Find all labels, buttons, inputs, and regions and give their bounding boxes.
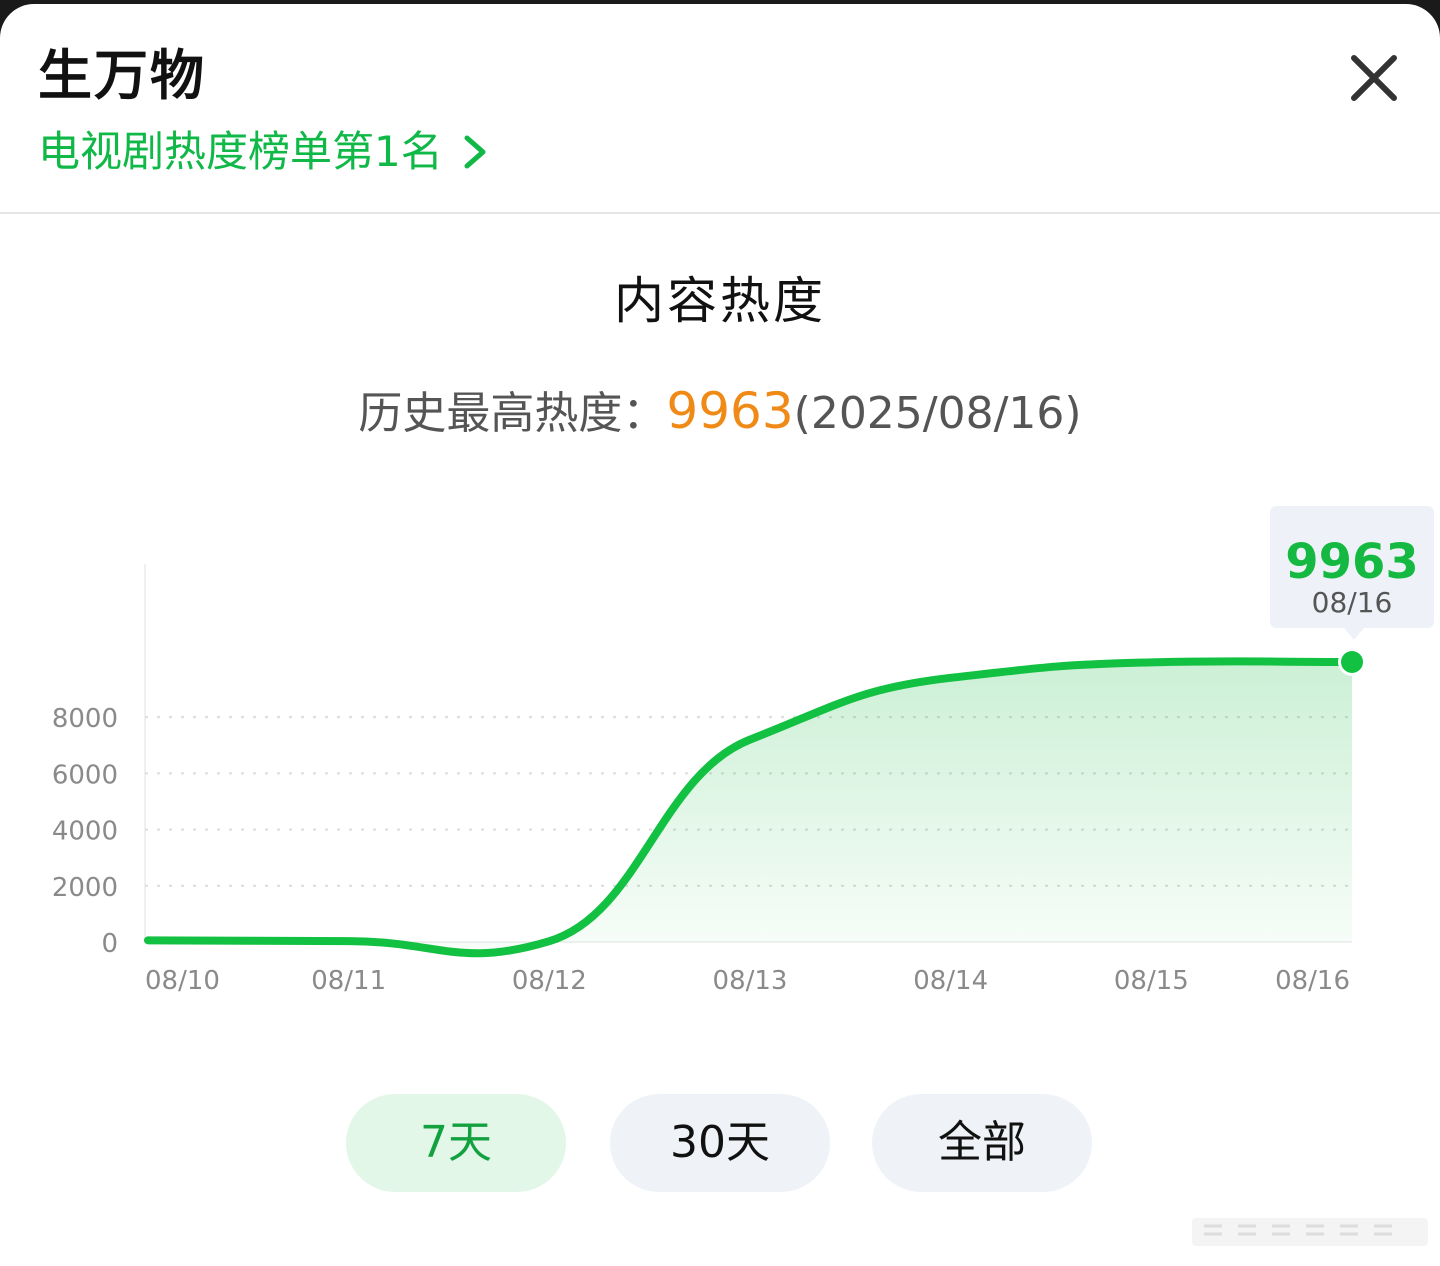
series-area — [148, 661, 1352, 954]
x-tick-label: 08/13 — [713, 966, 788, 996]
range-tabs: 7天 30天 全部 — [0, 1094, 1440, 1192]
tab-30-days[interactable]: 30天 — [610, 1094, 830, 1192]
x-tick-label: 08/11 — [311, 966, 386, 996]
tab-7-days[interactable]: 7天 — [346, 1094, 566, 1192]
x-tick-label: 08/10 — [145, 966, 220, 996]
x-tick-label: 08/14 — [913, 966, 988, 996]
watermark-icon — [1192, 1218, 1428, 1246]
tooltip-date: 08/16 — [1311, 586, 1393, 619]
x-tick-label: 08/16 — [1275, 966, 1350, 996]
y-tick-label: 8000 — [52, 704, 118, 734]
highlight-point — [1341, 651, 1363, 673]
x-tick-label: 08/15 — [1114, 966, 1189, 996]
y-tick-label: 2000 — [52, 873, 118, 903]
tab-all[interactable]: 全部 — [872, 1094, 1092, 1192]
chart-tooltip: 9963 08/16 — [1270, 506, 1434, 640]
y-tick-label: 6000 — [52, 760, 118, 790]
heat-chart: 0 2000 4000 6000 8000 08/10 08/11 08/12 08/13 08/… — [52, 564, 1366, 996]
y-tick-label: 0 — [101, 929, 118, 959]
x-tick-label: 08/12 — [512, 966, 587, 996]
y-tick-label: 4000 — [52, 817, 118, 847]
tooltip-value: 9963 — [1285, 534, 1419, 590]
heat-sheet: 生万物 电视剧热度榜单第1名 内容热度 历史最高热度：9963(2025/08/… — [0, 4, 1440, 1266]
